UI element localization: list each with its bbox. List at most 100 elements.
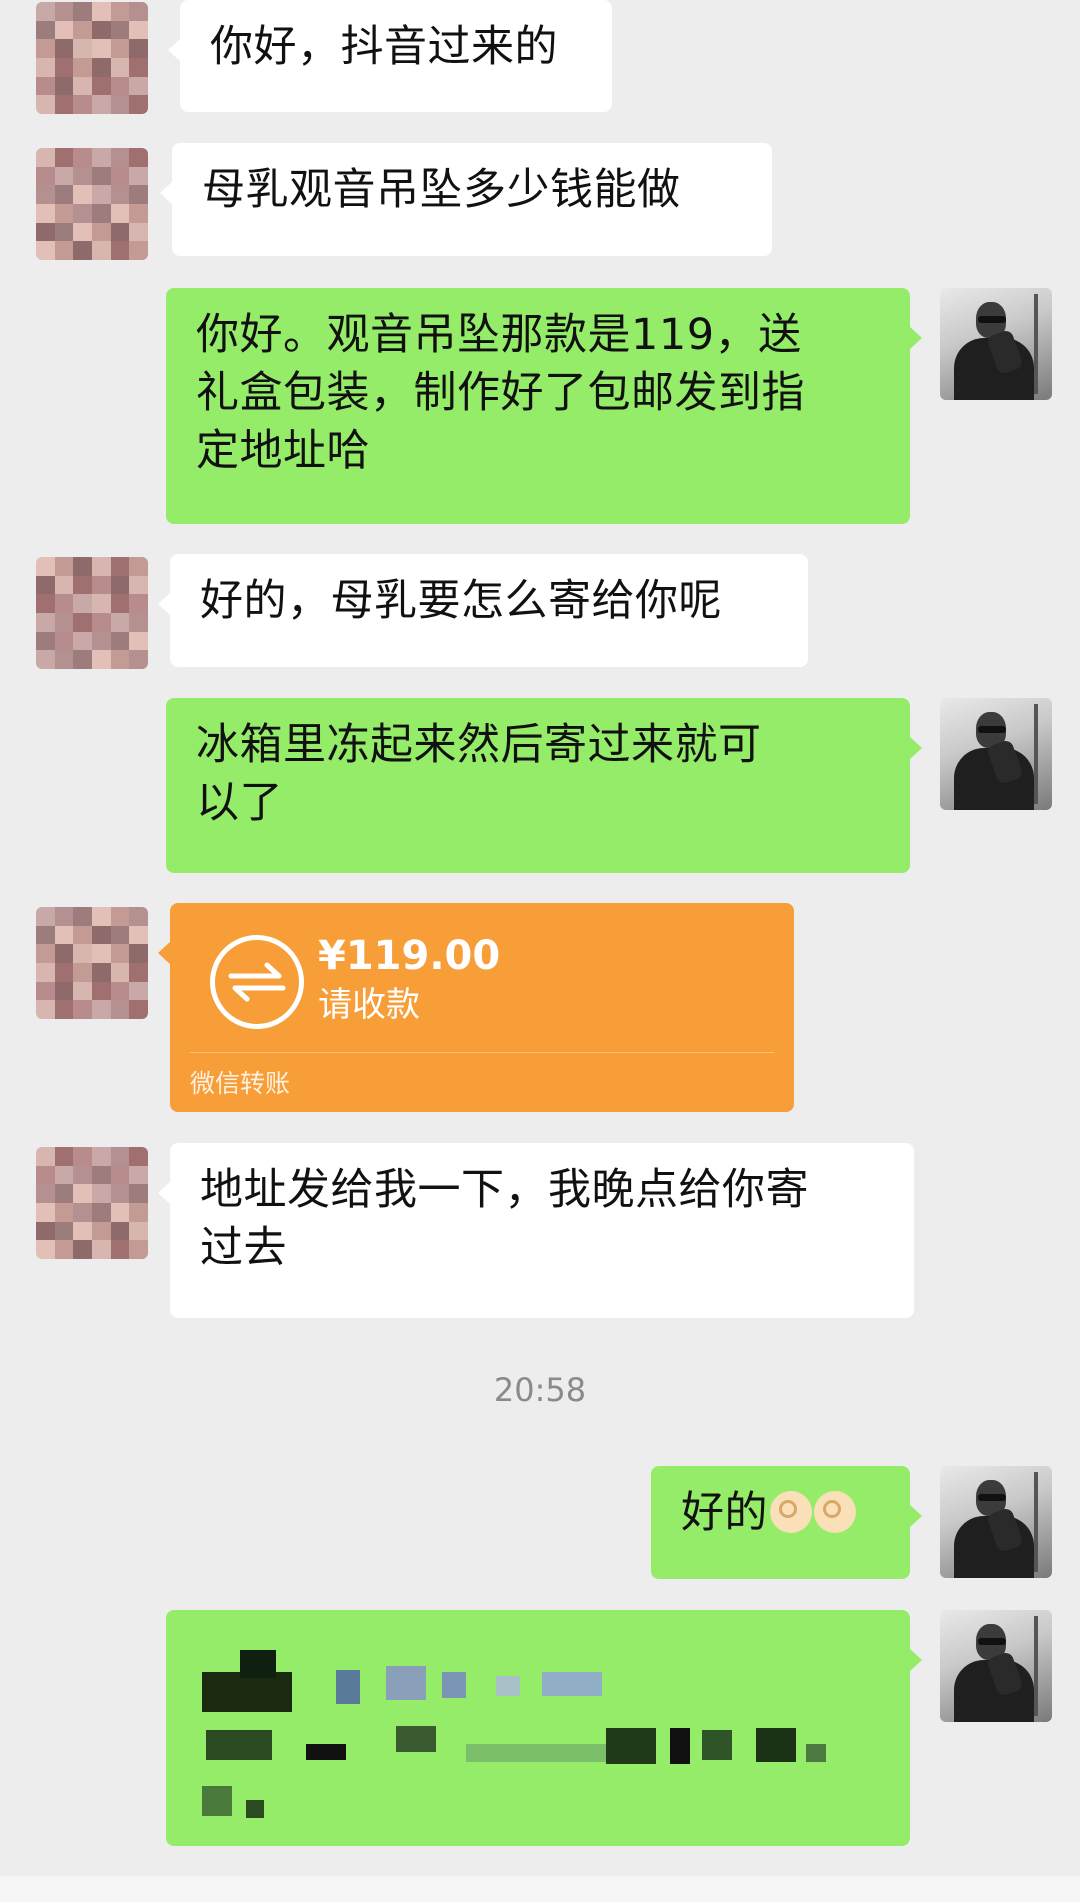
message-text-line: 以了: [196, 778, 283, 828]
contact-avatar[interactable]: [36, 2, 148, 114]
avatar-mosaic-cell: [73, 1221, 92, 1241]
my-avatar[interactable]: [940, 698, 1052, 810]
avatar-mosaic-cell: [110, 650, 130, 669]
avatar-mosaic-cell: [54, 650, 74, 669]
message-text-line: 你好。观音吊坠那款是119，送: [196, 310, 802, 360]
avatar-mosaic-cell: [36, 907, 55, 926]
avatar-mosaic-cell: [54, 57, 74, 77]
avatar-mosaic-cell: [54, 631, 74, 651]
message-bubble-incoming[interactable]: 好的，母乳要怎么寄给你呢: [158, 554, 808, 667]
avatar-mosaic-cell: [36, 1240, 55, 1259]
avatar-mosaic-cell: [73, 1147, 92, 1166]
message-bubble-outgoing[interactable]: 冰箱里冻起来然后寄过来就可 以了: [166, 698, 922, 873]
avatar-mosaic-cell: [54, 1221, 74, 1241]
avatar-mosaic-cell: [54, 222, 74, 242]
redacted-pixel: [702, 1730, 732, 1760]
avatar-mosaic-cell: [73, 612, 92, 632]
contact-avatar[interactable]: [36, 1147, 148, 1259]
avatar-mosaic-cell: [54, 1147, 74, 1166]
avatar-mosaic-cell: [91, 76, 111, 96]
avatar-mosaic-cell: [110, 185, 130, 204]
redacted-pixel: [306, 1744, 346, 1760]
message-bubble-incoming[interactable]: 母乳观音吊坠多少钱能做: [160, 143, 772, 256]
my-avatar[interactable]: [940, 1610, 1052, 1722]
redacted-pixel: [606, 1728, 656, 1764]
pixelated-avatar-image: [36, 557, 148, 669]
avatar-mosaic-cell: [54, 1184, 74, 1203]
avatar-mosaic-cell: [54, 39, 74, 58]
contact-avatar[interactable]: [36, 148, 148, 260]
my-avatar[interactable]: [940, 288, 1052, 400]
redacted-pixel: [202, 1672, 292, 1712]
avatar-mosaic-cell: [129, 925, 148, 945]
avatar-mosaic-cell: [54, 962, 74, 982]
pixelated-avatar-image: [36, 148, 148, 260]
avatar-mosaic-cell: [36, 557, 55, 576]
avatar-mosaic-cell: [91, 148, 111, 167]
avatar-mosaic-cell: [110, 222, 130, 242]
pixelated-avatar-image: [36, 2, 148, 114]
avatar-mosaic-cell: [36, 222, 55, 242]
message-text: 母乳观音吊坠多少钱能做: [202, 165, 681, 215]
avatar-mosaic-cell: [129, 631, 148, 651]
avatar-mosaic-cell: [129, 20, 148, 40]
avatar-mosaic-cell: [54, 925, 74, 945]
avatar-mosaic-cell: [54, 944, 74, 963]
contact-avatar[interactable]: [36, 557, 148, 669]
redacted-pixel: [542, 1672, 602, 1696]
avatar-mosaic-cell: [110, 944, 130, 963]
avatar-mosaic-cell: [54, 557, 74, 576]
my-avatar[interactable]: [940, 1466, 1052, 1578]
avatar-mosaic-cell: [73, 203, 92, 223]
transfer-card[interactable]: ¥119.00 请收款 微信转账: [158, 903, 794, 1112]
avatar-mosaic-cell: [110, 962, 130, 982]
redacted-address-bubble[interactable]: [166, 1610, 922, 1846]
avatar-mosaic-cell: [73, 594, 92, 613]
avatar-mosaic-cell: [110, 631, 130, 651]
avatar-mosaic-cell: [110, 203, 130, 223]
profile-photo-icon: [940, 1466, 1052, 1578]
avatar-mosaic-cell: [73, 1165, 92, 1185]
avatar-mosaic-cell: [36, 39, 55, 58]
avatar-mosaic-cell: [129, 222, 148, 242]
avatar-mosaic-cell: [36, 962, 55, 982]
avatar-mosaic-cell: [73, 575, 92, 595]
avatar-mosaic-cell: [54, 1000, 74, 1019]
avatar-mosaic-cell: [73, 148, 92, 167]
redacted-pixel: [442, 1672, 466, 1698]
avatar-mosaic-cell: [91, 962, 111, 982]
avatar-mosaic-cell: [110, 612, 130, 632]
avatar-mosaic-cell: [73, 241, 92, 260]
avatar-mosaic-cell: [36, 241, 55, 260]
avatar-mosaic-cell: [91, 222, 111, 242]
avatar-mosaic-cell: [129, 1221, 148, 1241]
avatar-mosaic-cell: [36, 1147, 55, 1166]
avatar-mosaic-cell: [129, 962, 148, 982]
avatar-mosaic-cell: [73, 185, 92, 204]
avatar-mosaic-cell: [73, 57, 92, 77]
profile-photo-icon: [940, 1610, 1052, 1722]
avatar-mosaic-cell: [36, 20, 55, 40]
avatar-mosaic-cell: [36, 203, 55, 223]
avatar-mosaic-cell: [110, 1184, 130, 1203]
avatar-mosaic-cell: [54, 981, 74, 1001]
avatar-mosaic-cell: [91, 907, 111, 926]
message-bubble-incoming[interactable]: 你好，抖音过来的: [168, 0, 612, 112]
avatar-mosaic-cell: [73, 907, 92, 926]
avatar-mosaic-cell: [54, 95, 74, 114]
avatar-mosaic-cell: [91, 20, 111, 40]
message-bubble-outgoing[interactable]: 你好。观音吊坠那款是119，送 礼盒包装，制作好了包邮发到指 定地址哈: [166, 288, 922, 524]
message-text-line: 过去: [200, 1223, 287, 1273]
pixelated-avatar-image: [36, 1147, 148, 1259]
avatar-mosaic-cell: [54, 166, 74, 186]
avatar-mosaic-cell: [54, 612, 74, 632]
message-bubble-incoming[interactable]: 地址发给我一下，我晚点给你寄 过去: [158, 1143, 914, 1318]
avatar-mosaic-cell: [110, 1221, 130, 1241]
avatar-mosaic-cell: [54, 1202, 74, 1222]
message-bubble-outgoing[interactable]: 好的: [651, 1466, 922, 1579]
contact-avatar[interactable]: [36, 907, 148, 1019]
avatar-mosaic-cell: [110, 981, 130, 1001]
message-text-line: 冰箱里冻起来然后寄过来就可: [196, 720, 762, 770]
avatar-mosaic-cell: [36, 650, 55, 669]
redacted-pixel: [670, 1728, 690, 1764]
